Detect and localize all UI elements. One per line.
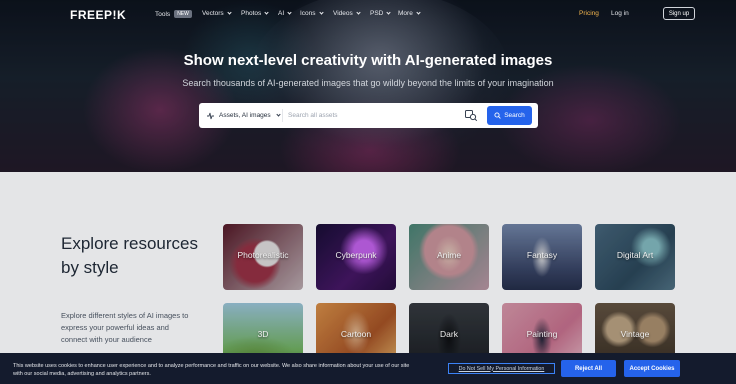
nav-item-videos[interactable]: Videos <box>333 10 361 17</box>
chevron-down-icon <box>416 10 421 15</box>
do-not-sell-link[interactable]: Do Not Sell My Personal Information <box>448 363 555 374</box>
new-badge: NEW <box>174 10 192 18</box>
chevron-down-icon <box>386 10 391 15</box>
nav-item-ai[interactable]: AI <box>278 10 292 17</box>
search-button[interactable]: Search <box>487 106 532 125</box>
image-search-icon[interactable] <box>464 109 478 122</box>
nav-item-more[interactable]: More <box>398 10 421 17</box>
hero-title: Show next-level creativity with AI-gener… <box>183 52 553 69</box>
reject-all-button[interactable]: Reject All <box>561 360 616 377</box>
cookie-text: This website uses cookies to enhance use… <box>13 363 410 377</box>
hero-subtitle: Search thousands of AI-generated images … <box>182 78 554 88</box>
nav-item-psd[interactable]: PSD <box>370 10 391 17</box>
login-link[interactable]: Log in <box>611 10 629 17</box>
chevron-down-icon <box>287 10 292 15</box>
nav-item-icons[interactable]: Icons <box>300 10 324 17</box>
sparkle-icon <box>207 112 214 119</box>
nav-item-tools[interactable]: Tools NEW <box>155 10 192 18</box>
freepik-logo[interactable]: FREEP!K <box>70 8 126 22</box>
hero-banner: FREEP!K Tools NEW Vectors Photos AI Icon… <box>0 0 736 172</box>
chevron-down-icon <box>318 10 324 15</box>
signup-button[interactable]: Sign up <box>663 7 695 20</box>
chevron-down-icon <box>276 112 281 117</box>
search-bar: Assets, AI images Search <box>199 103 538 128</box>
chevron-down-icon <box>227 10 232 15</box>
search-icon <box>494 112 501 119</box>
cookie-banner: This website uses cookies to enhance use… <box>0 353 736 384</box>
nav-item-vectors[interactable]: Vectors <box>202 10 232 17</box>
top-nav: FREEP!K Tools NEW Vectors Photos AI Icon… <box>0 0 736 28</box>
pricing-link[interactable]: Pricing <box>579 10 599 17</box>
asset-type-dropdown[interactable]: Assets, AI images <box>206 103 281 128</box>
chevron-down-icon <box>264 10 269 15</box>
accept-cookies-button[interactable]: Accept Cookies <box>624 360 680 377</box>
chevron-down-icon <box>356 10 361 15</box>
search-input[interactable] <box>288 109 458 122</box>
nav-item-photos[interactable]: Photos <box>241 10 269 17</box>
